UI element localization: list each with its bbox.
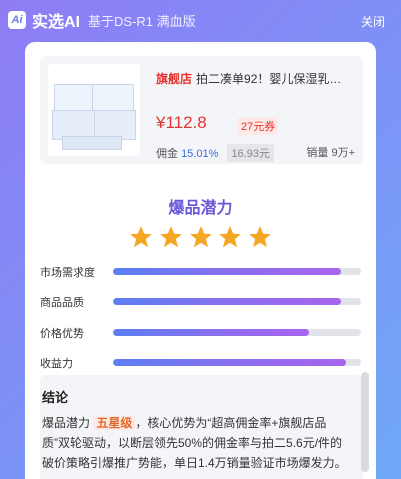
- metric-profitability: 收益力: [40, 353, 370, 373]
- commission-amount: 16.93元: [227, 144, 274, 162]
- potential-title: 爆品潜力: [168, 200, 233, 217]
- metric-market-demand: 市场需求度: [40, 262, 370, 282]
- metric-bar-fill: [113, 359, 347, 366]
- star-icon: [247, 224, 273, 252]
- commission-info: 佣金 15.01% 16.93元: [156, 144, 274, 162]
- metric-label: 商品品质: [40, 297, 84, 309]
- rating-badge: 五星级: [93, 416, 136, 430]
- metric-bar: [113, 329, 361, 336]
- metric-bar: [113, 298, 361, 305]
- conclusion-panel: 结论 爆品潜力 五星级 ，核心优势为“超高佣金率+旗舰店品质”双轮驱动，以断层领先…: [40, 375, 363, 479]
- metric-label: 市场需求度: [40, 267, 95, 279]
- metric-label: 收益力: [40, 358, 73, 370]
- sales-count: 销量 9万+: [306, 147, 355, 159]
- coupon-badge: 27元券: [238, 117, 279, 135]
- app-logo: Ai: [8, 11, 26, 29]
- metric-bar: [113, 359, 361, 366]
- close-button[interactable]: 关闭: [361, 13, 385, 30]
- star-icon: [158, 224, 184, 252]
- metric-bar: [113, 268, 361, 275]
- conclusion-text: 爆品潜力 五星级 ，核心优势为“超高佣金率+旗舰店品质”双轮驱动，以断层领先50%…: [42, 413, 352, 473]
- store-flag: 旗舰店: [156, 72, 193, 86]
- star-icon: [128, 224, 154, 252]
- product-card[interactable]: 旗舰店 拍二凑单92！婴儿保湿乳… ¥112.8 27元券 佣金 15.01% 1…: [40, 56, 363, 164]
- star-icon: [188, 224, 214, 252]
- metric-price-advantage: 价格优势: [40, 323, 370, 343]
- star-rating: [128, 224, 273, 252]
- conclusion-title: 结论: [42, 390, 69, 405]
- app-header: Ai 实选AI 基于DS-R1 满血版 关闭: [0, 0, 401, 40]
- commission-label: 佣金: [156, 148, 178, 160]
- product-image[interactable]: [48, 64, 140, 156]
- metric-bar-fill: [113, 268, 342, 275]
- metric-quality: 商品品质: [40, 292, 370, 312]
- result-card: 旗舰店 拍二凑单92！婴儿保湿乳… ¥112.8 27元券 佣金 15.01% 1…: [25, 42, 376, 479]
- product-title[interactable]: 旗舰店 拍二凑单92！婴儿保湿乳…: [156, 70, 356, 87]
- product-title-text: 拍二凑单92！婴儿保湿乳…: [196, 72, 342, 86]
- conclusion-text-start: 爆品潜力: [42, 416, 94, 430]
- metric-bar-fill: [113, 329, 309, 336]
- scrollbar[interactable]: [361, 372, 369, 472]
- metric-label: 价格优势: [40, 328, 84, 340]
- app-subtitle: 基于DS-R1 满血版: [88, 13, 196, 29]
- metric-bar-fill: [113, 298, 342, 305]
- commission-rate: 15.01%: [181, 148, 219, 160]
- app-title: 实选AI: [32, 14, 81, 31]
- product-price: ¥112.8: [156, 113, 207, 132]
- star-icon: [217, 224, 243, 252]
